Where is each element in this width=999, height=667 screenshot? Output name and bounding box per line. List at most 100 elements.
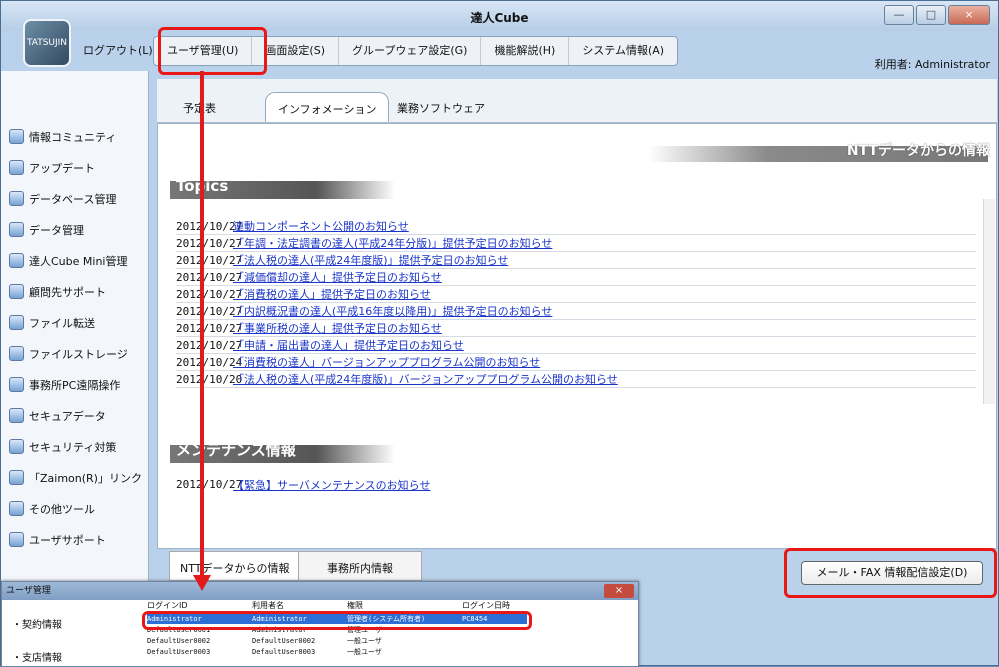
minimize-icon[interactable]: — xyxy=(884,5,914,25)
info-community-icon xyxy=(9,129,24,144)
tools-icon xyxy=(9,501,24,516)
dialog-table-row[interactable]: DefaultUser0003 DefaultUser0003 一般ユーザ xyxy=(147,647,382,657)
row-permission: 一般ユーザ xyxy=(347,648,382,656)
link-icon xyxy=(9,470,24,485)
maintenance-title: メンテナンス情報 xyxy=(176,441,296,459)
news-row[interactable]: 2012/10/24 「消費税の達人」バージョンアッププログラム公開のお知らせ xyxy=(176,354,976,371)
news-date: 2012/10/27 xyxy=(176,270,243,284)
sidebar-item-label: データ管理 xyxy=(29,223,84,237)
annotation-arrowhead xyxy=(193,575,211,591)
menu-groupware-settings[interactable]: グループウェア設定(G) xyxy=(339,37,482,65)
title-bar: 達人Cube — □ × xyxy=(1,1,998,31)
sidebar-item-label: アップデート xyxy=(29,161,95,175)
mail-highlight xyxy=(784,548,997,598)
sidebar-item-info-community[interactable]: 情報コミュニティ xyxy=(1,121,148,152)
file-storage-icon xyxy=(9,346,24,361)
news-row[interactable]: 2012/10/27 「消費税の達人」提供予定日のお知らせ xyxy=(176,286,976,303)
news-link[interactable]: 「事業所税の達人」提供予定日のお知らせ xyxy=(233,320,442,336)
sidebar-item-zaimon-link[interactable]: 「Zaimon(R)」リンク xyxy=(1,462,148,493)
news-date: 2012/10/27 xyxy=(176,321,243,335)
news-date: 2012/10/27 xyxy=(176,219,243,233)
news-date: 2012/10/27 xyxy=(176,236,243,250)
news-link[interactable]: 「年調・法定調書の達人(平成24年分版)」提供予定日のお知らせ xyxy=(233,235,552,251)
sidebar-item-security[interactable]: セキュリティ対策 xyxy=(1,431,148,462)
sidebar-item-cube-mini[interactable]: 達人Cube Mini管理 xyxy=(1,245,148,276)
sidebar-item-secure-data[interactable]: セキュアデータ xyxy=(1,400,148,431)
sidebar-item-label: 顧問先サポート xyxy=(29,285,106,299)
maintenance-link[interactable]: 【緊急】サーバメンテナンスのお知らせ xyxy=(233,477,430,493)
logout-menu[interactable]: ログアウト(L) xyxy=(83,36,153,66)
news-link[interactable]: 連動コンポーネント公開のお知らせ xyxy=(233,218,409,234)
news-link[interactable]: 「消費税の達人」バージョンアッププログラム公開のお知らせ xyxy=(233,354,540,370)
sidebar-item-label: 「Zaimon(R)」リンク xyxy=(29,471,142,485)
tab-business-software[interactable]: 業務ソフトウェア xyxy=(385,92,497,122)
news-row[interactable]: 2012/10/27 「年調・法定調書の達人(平成24年分版)」提供予定日のお知ら… xyxy=(176,235,976,252)
news-date: 2012/10/27 xyxy=(176,304,243,318)
dialog-header-login-id: ログインID xyxy=(147,601,188,610)
news-link[interactable]: 「法人税の達人(平成24年度版)」提供予定日のお知らせ xyxy=(233,252,508,268)
maintenance-date: 2012/10/27 xyxy=(176,478,243,491)
user-management-dialog: ユーザ管理 × ・契約情報 ・支店情報 ログインID 利用者名 権限 ログイン日… xyxy=(1,581,639,667)
sidebar-item-label: セキュアデータ xyxy=(29,409,106,423)
news-link[interactable]: 「内訳概況書の達人(平成16年度以降用)」提供予定日のお知らせ xyxy=(233,303,552,319)
current-user: 利用者: Administrator xyxy=(874,58,990,71)
sidebar-item-remote-control[interactable]: 事務所PC遠隔操作 xyxy=(1,369,148,400)
dialog-nav-contract[interactable]: ・契約情報 xyxy=(12,616,62,631)
menu-system-info[interactable]: システム情報(A) xyxy=(569,37,677,65)
news-link[interactable]: 「消費税の達人」提供予定日のお知らせ xyxy=(233,286,431,302)
bottom-tab-ntt-info[interactable]: NTTデータからの情報 xyxy=(169,551,301,581)
ntt-info-header: NTTデータからの情報 xyxy=(846,143,990,159)
news-scrollbar[interactable] xyxy=(983,199,995,404)
news-row[interactable]: 2012/10/27 「減価償却の達人」提供予定日のお知らせ xyxy=(176,269,976,286)
news-row[interactable]: 2012/10/27 「申請・届出書の達人」提供予定日のお知らせ xyxy=(176,337,976,354)
window-controls: — □ × xyxy=(882,5,990,25)
secure-data-icon xyxy=(9,408,24,423)
row-login-id: DefaultUser0003 xyxy=(147,648,211,656)
dialog-table-header: ログインID 利用者名 権限 ログイン日時 xyxy=(147,600,510,611)
information-panel: NTTデータからの情報 Topics 2012/10/27連動コンポーネント公開… xyxy=(157,123,997,549)
window-title: 達人Cube xyxy=(470,11,529,25)
news-date: 2012/10/27 xyxy=(176,338,243,352)
sidebar: 情報コミュニティ アップデート データベース管理 データ管理 達人Cube Mi… xyxy=(1,71,149,667)
sidebar-item-label: 事務所PC遠隔操作 xyxy=(29,378,121,392)
sidebar-item-data-management[interactable]: データ管理 xyxy=(1,214,148,245)
news-link[interactable]: 「申請・届出書の達人」提供予定日のお知らせ xyxy=(233,337,464,353)
news-link[interactable]: 「法人税の達人(平成24年度版)」バージョンアッププログラム公開のお知らせ xyxy=(233,371,618,387)
maximize-icon[interactable]: □ xyxy=(916,5,946,25)
sidebar-item-label: セキュリティ対策 xyxy=(29,440,117,454)
sidebar-item-client-support[interactable]: 顧問先サポート xyxy=(1,276,148,307)
dialog-nav-branch[interactable]: ・支店情報 xyxy=(12,649,62,664)
sidebar-item-file-storage[interactable]: ファイルストレージ xyxy=(1,338,148,369)
sidebar-item-label: その他ツール xyxy=(29,502,95,516)
row-permission: 一般ユーザ xyxy=(347,637,382,645)
database-icon xyxy=(9,191,24,206)
news-link[interactable]: 「減価償却の達人」提供予定日のお知らせ xyxy=(233,269,442,285)
news-row[interactable]: 2012/10/27 「内訳概況書の達人(平成16年度以降用)」提供予定日のお知ら… xyxy=(176,303,976,320)
dialog-table-row[interactable]: DefaultUser0002 DefaultUser0002 一般ユーザ xyxy=(147,636,382,646)
news-row[interactable]: 2012/10/27 連動コンポーネント公開のお知らせ xyxy=(176,218,976,235)
news-row[interactable]: 2012/10/27 「法人税の達人(平成24年度版)」提供予定日のお知らせ xyxy=(176,252,976,269)
dialog-nav: ・契約情報 ・支店情報 xyxy=(12,616,62,664)
news-row[interactable]: 2012/10/27 「事業所税の達人」提供予定日のお知らせ xyxy=(176,320,976,337)
tab-information[interactable]: インフォメーション xyxy=(265,92,390,122)
sidebar-item-update[interactable]: アップデート xyxy=(1,152,148,183)
news-row[interactable]: 2012/10/20 「法人税の達人(平成24年度版)」バージョンアッププログラム… xyxy=(176,371,976,388)
dialog-close-icon[interactable]: × xyxy=(604,584,634,598)
app-logo: TATSUJIN xyxy=(23,19,71,67)
data-management-icon xyxy=(9,222,24,237)
sidebar-item-user-support[interactable]: ユーザサポート xyxy=(1,524,148,555)
tab-bar: 予定表 インフォメーション 業務ソフトウェア xyxy=(157,79,997,123)
sidebar-item-database[interactable]: データベース管理 xyxy=(1,183,148,214)
menu-function-help[interactable]: 機能解説(H) xyxy=(481,37,570,65)
bottom-tab-office-info[interactable]: 事務所内情報 xyxy=(298,551,422,581)
support-icon xyxy=(9,284,24,299)
update-icon xyxy=(9,160,24,175)
news-date: 2012/10/27 xyxy=(176,287,243,301)
dialog-title: ユーザ管理 xyxy=(2,582,638,600)
sidebar-item-file-transfer[interactable]: ファイル転送 xyxy=(1,307,148,338)
sidebar-item-tools[interactable]: その他ツール xyxy=(1,493,148,524)
dialog-header-user-name: 利用者名 xyxy=(252,601,284,610)
close-icon[interactable]: × xyxy=(948,5,990,25)
maintenance-row[interactable]: 2012/10/27 【緊急】サーバメンテナンスのお知らせ xyxy=(176,476,976,493)
